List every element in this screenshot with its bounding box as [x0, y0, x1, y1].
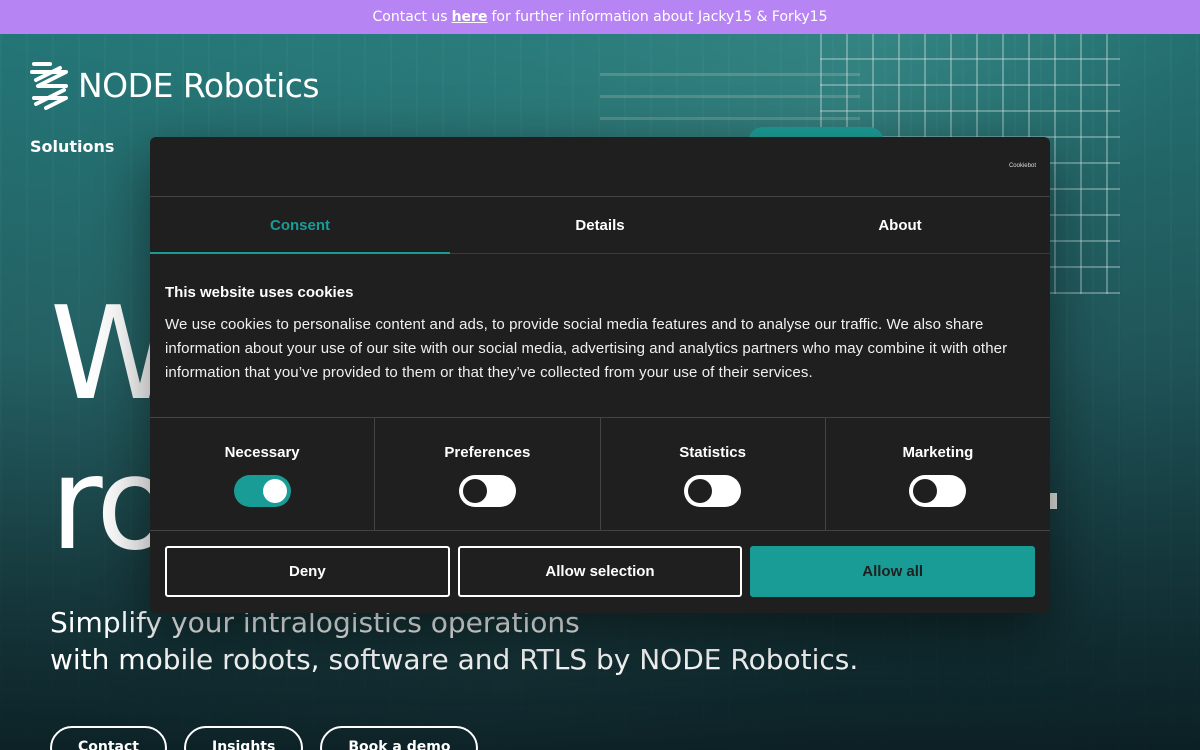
banner-link[interactable]: here [452, 9, 488, 25]
category-necessary: Necessary [150, 418, 376, 530]
dialog-body: This website uses cookies We use cookies… [150, 254, 1050, 418]
category-statistics: Statistics [601, 418, 826, 530]
insights-button[interactable]: Insights [184, 726, 304, 750]
site-logo[interactable]: NODE Robotics [30, 60, 320, 110]
marketing-toggle[interactable] [909, 475, 967, 507]
category-marketing: Marketing [826, 418, 1050, 530]
book-demo-button[interactable]: Book a demo [320, 726, 479, 750]
category-label: Marketing [902, 444, 974, 461]
statistics-toggle[interactable] [684, 475, 742, 507]
allow-all-button[interactable]: Allow all [750, 546, 1036, 597]
logo-text: NODE Robotics [78, 65, 320, 105]
dialog-title: This website uses cookies [165, 284, 354, 301]
node-logo-icon [30, 62, 68, 110]
announcement-banner: Contact us here for further information … [0, 0, 1200, 34]
dialog-text: We use cookies to personalise content an… [165, 316, 1008, 381]
subtitle-line-2: with mobile robots, software and RTLS by… [50, 643, 859, 676]
category-label: Necessary [224, 444, 300, 461]
cookie-consent-dialog: Cookiebot Consent Details About This web… [150, 137, 1050, 613]
dialog-header: Cookiebot [150, 137, 1050, 197]
toggle-knob [913, 479, 938, 503]
banner-suffix: for further information about Jacky15 & … [491, 9, 828, 25]
category-preferences: Preferences [375, 418, 601, 530]
toggle-knob [688, 479, 713, 503]
tab-consent[interactable]: Consent [150, 197, 450, 254]
preferences-toggle[interactable] [458, 475, 516, 507]
tab-about[interactable]: About [750, 197, 1050, 253]
toggle-knob [262, 479, 287, 503]
necessary-toggle[interactable] [233, 475, 291, 507]
deny-button[interactable]: Deny [165, 546, 450, 597]
banner-prefix: Contact us [372, 9, 448, 25]
consent-categories: Necessary Preferences Statistics Marketi… [150, 418, 1050, 531]
dialog-tabs: Consent Details About [150, 197, 1050, 254]
cookiebot-logo[interactable]: Cookiebot [1009, 163, 1036, 169]
allow-selection-button[interactable]: Allow selection [457, 546, 743, 597]
tab-details[interactable]: Details [450, 197, 750, 253]
dialog-actions: Deny Allow selection Allow all [150, 531, 1050, 612]
nav-solutions[interactable]: Solutions [30, 137, 114, 156]
category-label: Statistics [679, 444, 746, 461]
category-label: Preferences [444, 444, 531, 461]
hero-cta-row: Contact Insights Book a demo [50, 726, 479, 750]
toggle-knob [462, 479, 487, 503]
hero-subtitle: Simplify your intralogistics operations … [50, 604, 858, 678]
contact-button[interactable]: Contact [50, 726, 167, 750]
